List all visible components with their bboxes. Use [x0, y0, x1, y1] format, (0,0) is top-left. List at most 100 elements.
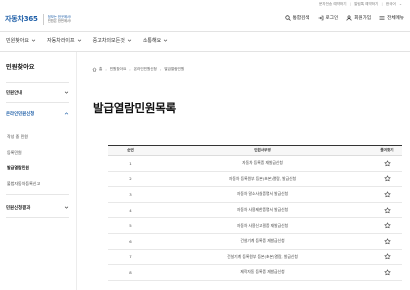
nav-item-car-life[interactable]: 자동차라이프 [47, 37, 82, 44]
favorite-button[interactable] [372, 253, 402, 260]
chevron-down-icon [77, 39, 81, 42]
nav-item-civil-search[interactable]: 민원찾아요 [6, 37, 36, 44]
chevron-down-icon [64, 91, 69, 94]
sidebar-subitem-draft[interactable]: 작성 중 민원 [7, 134, 28, 140]
chevron-up-icon [64, 112, 69, 115]
favorite-button[interactable] [372, 238, 402, 245]
all-menu-label: 전체메뉴 [387, 16, 404, 21]
search-button[interactable]: 통합검색 [285, 15, 310, 21]
table-row: 4 자동차 사용제한증명서 발급신청 [108, 203, 402, 219]
chevron-down-icon [127, 39, 132, 42]
search-label: 통합검색 [292, 16, 310, 21]
header-favorite: 즐겨찾기 [380, 148, 394, 152]
sidebar-item-guide[interactable]: 민원안내 [6, 88, 69, 97]
sidebar-item-online-apply[interactable]: 온라인민원신청 [6, 109, 69, 118]
table-header: 순번 민원사무명 즐겨찾기 [108, 146, 402, 156]
civil-service-link[interactable]: 자동차 사용제한증명서 발급신청 [153, 207, 372, 213]
all-menu-button[interactable]: 전체메뉴 [379, 15, 404, 21]
favorite-button[interactable] [372, 175, 402, 182]
home-icon[interactable] [92, 67, 97, 72]
row-number: 5 [129, 223, 132, 229]
logo-slogan: 정보는 한곳에서! 민원은 한번에서! [48, 15, 72, 23]
header-actions: 통합검색 로그인 회원가입 전체메뉴 [285, 15, 404, 21]
civil-service-link[interactable]: 자동차 등록원부 등본(초본)열람, 발급신청 [153, 176, 372, 182]
civil-service-link[interactable]: 제작자동 등록증 재발급신청 [153, 269, 372, 275]
row-number: 2 [129, 176, 132, 182]
sidebar-item-label: 민원안내 [6, 90, 23, 96]
chevron-down-icon: ⌄ [398, 2, 402, 6]
favorite-button[interactable] [372, 269, 402, 276]
chevron-down-icon [64, 206, 69, 209]
hamburger-icon [379, 15, 385, 21]
sidebar-subitem-registered[interactable]: 등록민원 [7, 150, 22, 156]
sidebar-divider [6, 82, 69, 83]
row-number: 4 [129, 207, 132, 213]
table-row: 3 자동차 말소사실증명서 발급신청 [108, 187, 402, 203]
favorite-button[interactable] [372, 207, 402, 214]
civil-service-link[interactable]: 자동차 등록증 재발급신청 [153, 160, 372, 166]
star-icon [383, 191, 391, 198]
civil-service-link[interactable]: 자동차 말소사실증명서 발급신청 [153, 191, 372, 197]
nav-item-used-car[interactable]: 중고차의모든것 [93, 37, 132, 44]
sidebar-divider [6, 217, 69, 218]
signup-label: 회원가입 [354, 16, 372, 21]
header-no: 순번 [127, 148, 134, 152]
nav-item-communication[interactable]: 소통해요 [143, 37, 168, 44]
util-link-alimtalk[interactable]: 알림톡 예약하기 [354, 2, 378, 6]
civil-service-link[interactable]: 자동차 사용신고필증 재발급신청 [153, 223, 372, 229]
nav-item-label: 중고차의모든것 [92, 38, 125, 44]
login-button[interactable]: 로그인 [318, 15, 339, 21]
breadcrumb-item[interactable]: 민원찾아요 [110, 67, 127, 72]
breadcrumb-current: 발급열람민원 [164, 67, 185, 71]
sidebar-subitem-issuance[interactable]: 발급열람민원 [7, 165, 29, 171]
row-number: 7 [129, 254, 132, 260]
breadcrumb-separator: › [159, 67, 162, 72]
breadcrumb-separator: › [129, 67, 131, 72]
favorite-button[interactable] [372, 191, 402, 198]
page-title: 발급열람민원목록 [93, 101, 177, 115]
sidebar: 민원찾아요 민원안내 온라인민원신청 작성 중 민원 등록민원 발급열람민원 불… [0, 52, 77, 290]
civil-service-link[interactable]: 건설기계 등록원부 등본(초본)열람, 발급신청 [153, 254, 372, 260]
header-divider [0, 31, 410, 32]
login-label: 로그인 [325, 16, 339, 21]
civil-list-table: 순번 민원사무명 즐겨찾기 1 자동차 등록증 재발급신청 2 자동차 등록원부 등본… [108, 145, 402, 281]
sidebar-title: 민원찾아요 [6, 64, 35, 71]
star-icon [383, 222, 391, 229]
row-number: 1 [129, 160, 132, 166]
row-number: 3 [129, 191, 132, 197]
sidebar-item-results[interactable]: 민원신청결과 [6, 203, 69, 212]
sidebar-item-label: 민원신청결과 [6, 205, 31, 211]
star-icon [383, 253, 391, 260]
favorite-button[interactable] [372, 160, 402, 167]
logo-divider [42, 13, 44, 25]
table-row: 8 제작자동 등록증 재발급신청 [108, 265, 402, 281]
table-row: 5 자동차 사용신고필증 재발급신청 [108, 218, 402, 234]
logo-text: 자동차365 [5, 15, 38, 23]
chevron-down-icon [164, 39, 168, 42]
star-icon [383, 238, 391, 244]
search-icon [285, 15, 291, 21]
star-icon [383, 207, 391, 213]
star-icon [383, 175, 391, 182]
breadcrumb: 홈 › 민원찾아요 › 온라인민원신청 › 발급열람민원 [92, 67, 184, 72]
table-row: 6 건설기계 등록증 재발급신청 [108, 234, 402, 250]
breadcrumb-separator: › [105, 67, 107, 72]
util-link-sms[interactable]: 문자전송 예약하기 [319, 2, 347, 6]
slogan-line-2: 민원은 한번에서! [47, 19, 72, 23]
breadcrumb-item[interactable]: 온라인민원신청 [134, 67, 157, 72]
star-icon [383, 269, 391, 276]
civil-service-link[interactable]: 건설기계 등록증 재발급신청 [153, 238, 372, 244]
main-nav: 민원찾아요 자동차라이프 중고차의모든것 소통해요 [6, 37, 179, 44]
sidebar-subitem-illegal-car-report[interactable]: 불법자동차등록신고 [7, 181, 40, 187]
sidebar-item-label: 온라인민원신청 [6, 111, 35, 117]
site-logo[interactable]: 자동차365 정보는 한곳에서! 민원은 한번에서! [5, 11, 71, 27]
nav-item-label: 민원찾아요 [6, 38, 30, 44]
language-select[interactable]: 한국어 [386, 2, 396, 6]
util-separator: | [381, 2, 383, 6]
star-icon [383, 160, 391, 166]
favorite-button[interactable] [372, 222, 402, 229]
signup-button[interactable]: 회원가입 [346, 15, 371, 21]
breadcrumb-home[interactable]: 홈 [99, 67, 102, 72]
table-body: 1 자동차 등록증 재발급신청 2 자동차 등록원부 등본(초본)열람, 발급신청 3 자… [108, 156, 402, 281]
header-name: 민원사무명 [254, 148, 271, 152]
